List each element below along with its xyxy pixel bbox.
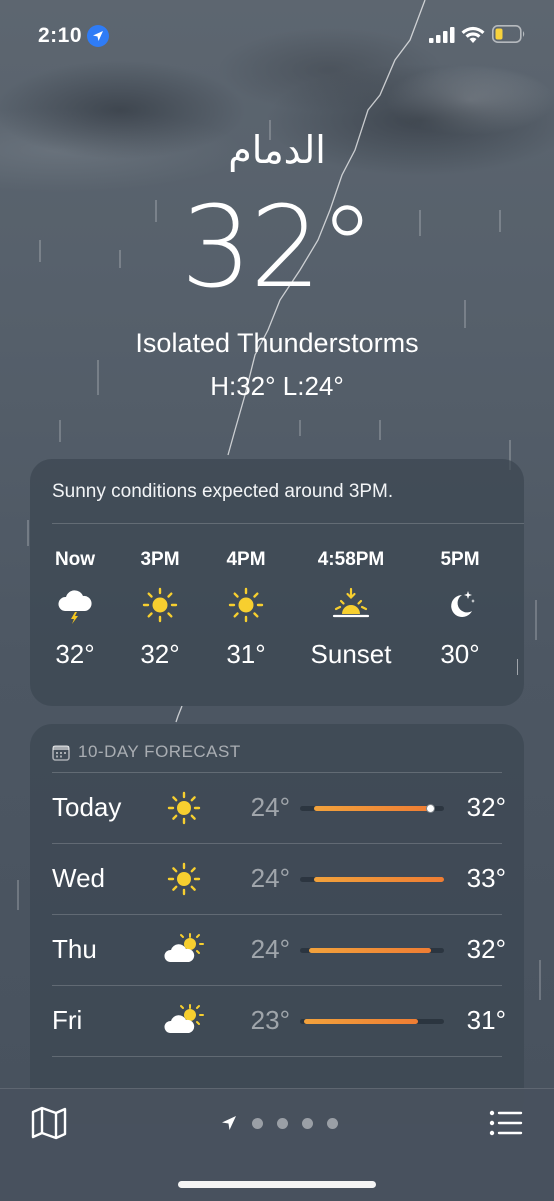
temperature-range-fill [304,1019,419,1024]
hourly-item: Now 32° [33,549,117,670]
hourly-item: 3PM 32° [118,549,202,670]
hourly-item: 4PM 31° [204,549,288,670]
forecast-low: 23° [250,1005,290,1035]
battery-icon [492,25,525,43]
forecast-day: Today [52,792,122,822]
hour-label: 3PM [140,549,180,570]
hour-temperature: 31° [226,639,266,669]
forecast-row[interactable]: Thu 24° 32° [30,914,524,985]
divider [52,843,502,844]
forecast-title: 10-DAY FORECAST [78,742,241,761]
sun-icon [167,862,201,896]
thunderstorm-icon [33,585,117,625]
forecast-low: 24° [250,792,290,822]
hour-label: 4PM [226,549,266,570]
hour-temperature: 30° [440,639,480,669]
partly-cloudy-icon [164,933,204,962]
forecast-high: 32° [466,934,506,964]
temperature-range-bar [300,877,444,882]
hourly-forecast-card[interactable]: Sunny conditions expected around 3PM. No… [30,459,524,706]
hour-temperature: 32° [55,639,95,669]
page-dot [252,1117,263,1129]
partly-cloudy-icon [164,1004,204,1033]
location-page-arrow-icon [222,1116,236,1130]
forecast-day: Fri [52,1005,83,1035]
page-dot [302,1117,313,1129]
sunset-icon [301,585,401,625]
hour-label: 5PM [440,549,480,570]
sun-icon [204,585,288,625]
scroll-hint [517,659,518,675]
divider [52,914,502,915]
hourly-item: 5PM 30° [418,549,502,670]
wifi-icon [461,26,485,43]
map-icon[interactable] [30,1105,68,1141]
location-arrow-icon [87,25,109,47]
current-temperature-marker [425,804,435,813]
forecast-row[interactable]: Today 24° 32° [30,772,524,843]
divider [52,523,524,524]
forecast-low: 24° [250,934,290,964]
forecast-row[interactable]: Fri 23° 31° [30,985,524,1056]
current-temperature: 32° [180,183,376,313]
divider [52,1056,502,1057]
calendar-icon [52,744,70,761]
temperature-range-bar [300,804,444,813]
bottom-toolbar [0,1088,554,1201]
cellular-signal-icon [429,27,455,43]
forecast-high: 33° [466,863,506,893]
forecast-high: 32° [466,792,506,822]
temperature-range-fill [308,948,432,953]
hourly-summary: Sunny conditions expected around 3PM. [52,481,394,502]
page-dot [327,1117,338,1129]
forecast-low: 24° [250,863,290,893]
temperature-range-bar [300,948,444,953]
forecast-header: 10-DAY FORECAST [52,742,241,762]
moon-stars-icon [418,585,502,625]
temperature-range-bar [300,1019,444,1024]
divider [52,985,502,986]
ten-day-forecast-card[interactable]: 10-DAY FORECAST Today 24° 32° Wed 24° 33… [30,724,524,1124]
list-icon[interactable] [488,1107,524,1139]
sun-icon [167,791,201,825]
temperature-range-fill [314,877,444,882]
forecast-day: Thu [52,934,97,964]
hour-temperature: 32° [140,639,180,669]
status-bar: 2:10 [0,0,554,70]
high-low-temperature: H:32° L:24° [210,371,344,401]
hour-label: Now [54,549,96,570]
current-condition: Isolated Thunderstorms [135,328,419,358]
page-indicator[interactable] [220,1113,338,1133]
forecast-row[interactable]: Wed 24° 33° [30,843,524,914]
page-dot [277,1117,288,1129]
hourly-item: 4:58PM Sunset [301,549,401,670]
divider [52,772,502,773]
hour-temperature: Sunset [310,639,392,669]
home-indicator [178,1181,376,1188]
forecast-day: Wed [52,863,105,893]
city-name: الدمام [228,128,326,172]
temperature-range-fill [314,806,430,811]
status-time: 2:10 [38,24,83,47]
forecast-high: 31° [466,1005,506,1035]
hour-label: 4:58PM [317,549,385,570]
sun-icon [118,585,202,625]
